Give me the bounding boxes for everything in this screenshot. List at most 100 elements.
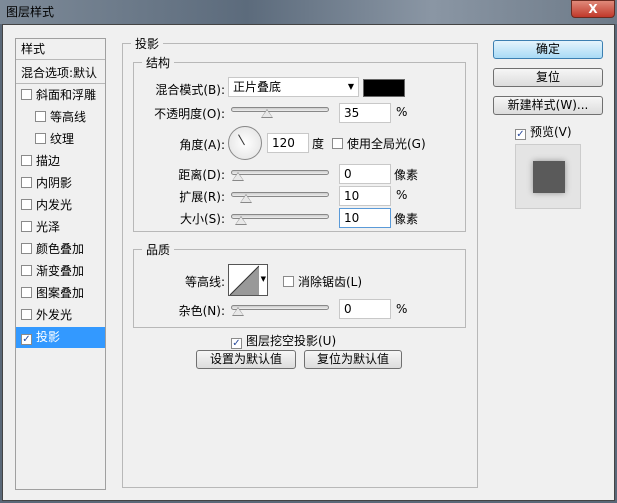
set-default-button[interactable]: 设置为默认值 xyxy=(196,350,296,369)
style-list-item-label: 渐变叠加 xyxy=(36,264,85,278)
style-list-item-label: 光泽 xyxy=(36,220,61,234)
style-list-item-label: 图案叠加 xyxy=(36,286,85,300)
angle-label: 角度(A): xyxy=(179,138,225,152)
style-list-header[interactable]: 样式 xyxy=(16,39,105,60)
opacity-label: 不透明度(O): xyxy=(154,107,225,121)
style-list-item-label: 颜色叠加 xyxy=(36,242,85,256)
distance-unit: 像素 xyxy=(394,168,419,182)
reset-default-button[interactable]: 复位为默认值 xyxy=(304,350,402,369)
checkbox[interactable] xyxy=(21,199,32,210)
checkbox[interactable] xyxy=(283,276,294,287)
checkbox-checked[interactable]: ✓ xyxy=(515,129,526,140)
checkbox[interactable] xyxy=(21,243,32,254)
antialias-label: 消除锯齿(L) xyxy=(298,275,363,289)
close-button[interactable]: X xyxy=(571,0,615,18)
structure-title: 结构 xyxy=(146,56,171,70)
chevron-down-icon: ▼ xyxy=(260,275,266,283)
style-list-item-label: 等高线 xyxy=(50,110,87,124)
angle-dial[interactable] xyxy=(228,126,262,160)
global-light-checkbox[interactable]: 使用全局光(G) xyxy=(332,135,426,152)
spread-unit: % xyxy=(396,188,408,202)
preview-checkbox[interactable]: ✓ 预览(V) xyxy=(515,123,572,140)
drop-shadow-title: 投影 xyxy=(135,37,160,51)
slider-thumb[interactable] xyxy=(232,307,244,316)
style-list-item[interactable]: 颜色叠加 xyxy=(16,239,105,260)
angle-needle xyxy=(238,134,245,146)
ok-button[interactable]: 确定 xyxy=(493,40,603,59)
distance-input[interactable]: 0 xyxy=(339,164,391,184)
slider-thumb[interactable] xyxy=(261,109,274,118)
opacity-slider[interactable] xyxy=(231,107,329,118)
opacity-input[interactable]: 35 xyxy=(339,103,391,123)
checkbox[interactable] xyxy=(332,138,343,149)
knockout-label: 图层挖空投影(U) xyxy=(246,334,337,348)
style-list-item[interactable]: 斜面和浮雕 xyxy=(16,85,105,106)
style-list-item[interactable]: 内发光 xyxy=(16,195,105,216)
slider-thumb[interactable] xyxy=(235,216,248,225)
noise-unit: % xyxy=(396,302,408,316)
checkbox[interactable] xyxy=(35,133,46,144)
checkbox[interactable] xyxy=(21,177,32,188)
distance-slider[interactable] xyxy=(231,170,329,181)
style-list-item[interactable]: 等高线 xyxy=(16,107,105,128)
window-title: 图层样式 xyxy=(6,5,55,19)
style-list-item-label: 纹理 xyxy=(50,132,75,146)
style-list-item[interactable]: 混合选项:默认 xyxy=(16,63,105,84)
checkbox-checked[interactable]: ✓ xyxy=(21,334,32,345)
quality-title: 品质 xyxy=(146,243,171,257)
size-input[interactable]: 10 xyxy=(339,208,391,228)
new-style-button[interactable]: 新建样式(W)... xyxy=(493,96,603,115)
preview-label: 预览(V) xyxy=(530,125,572,139)
preview-square xyxy=(533,161,565,193)
style-list-item-label: 投影 xyxy=(36,330,61,344)
slider-thumb[interactable] xyxy=(240,194,253,203)
size-slider[interactable] xyxy=(231,214,329,225)
style-list-item-label: 描边 xyxy=(36,154,61,168)
noise-slider[interactable] xyxy=(231,305,329,316)
knockout-checkbox[interactable]: ✓ 图层挖空投影(U) xyxy=(231,332,336,349)
style-list-item[interactable]: 纹理 xyxy=(16,129,105,150)
noise-input[interactable]: 0 xyxy=(339,299,391,319)
style-list: 样式 混合选项:默认斜面和浮雕等高线纹理描边内阴影内发光光泽颜色叠加渐变叠加图案… xyxy=(15,38,106,490)
style-list-item[interactable]: 图案叠加 xyxy=(16,283,105,304)
style-list-item-label: 内发光 xyxy=(36,198,73,212)
contour-picker[interactable]: ▼ xyxy=(228,264,268,296)
opacity-unit: % xyxy=(396,105,408,119)
angle-input[interactable]: 120 xyxy=(267,133,309,153)
style-list-item[interactable]: 描边 xyxy=(16,151,105,172)
style-list-item-label: 外发光 xyxy=(36,308,73,322)
title-bar[interactable] xyxy=(0,0,617,24)
contour-preview-icon xyxy=(229,265,259,295)
style-list-item[interactable]: 内阴影 xyxy=(16,173,105,194)
style-list-item-label: 混合选项:默认 xyxy=(21,66,98,80)
antialias-checkbox[interactable]: 消除锯齿(L) xyxy=(283,273,362,290)
shadow-color-swatch[interactable] xyxy=(363,79,405,97)
checkbox[interactable] xyxy=(21,265,32,276)
reset-button[interactable]: 复位 xyxy=(493,68,603,87)
spread-input[interactable]: 10 xyxy=(339,186,391,206)
style-list-item[interactable]: 渐变叠加 xyxy=(16,261,105,282)
checkbox[interactable] xyxy=(35,111,46,122)
checkbox[interactable] xyxy=(21,89,32,100)
size-unit: 像素 xyxy=(394,212,419,226)
distance-label: 距离(D): xyxy=(178,168,225,182)
chevron-down-icon: ▼ xyxy=(347,82,354,91)
style-preview xyxy=(515,144,581,209)
spread-label: 扩展(R): xyxy=(179,190,225,204)
checkbox[interactable] xyxy=(21,309,32,320)
checkbox[interactable] xyxy=(21,287,32,298)
slider-thumb[interactable] xyxy=(232,172,244,181)
checkbox[interactable] xyxy=(21,221,32,232)
spread-slider[interactable] xyxy=(231,192,329,203)
noise-label: 杂色(N): xyxy=(178,304,225,318)
blend-mode-select[interactable]: 正片叠底 ▼ xyxy=(228,77,359,97)
checkbox[interactable] xyxy=(21,155,32,166)
style-list-item[interactable]: 光泽 xyxy=(16,217,105,238)
checkbox-checked[interactable]: ✓ xyxy=(231,338,242,349)
blend-mode-value: 正片叠底 xyxy=(233,80,282,94)
style-list-item[interactable]: 外发光 xyxy=(16,305,105,326)
style-list-item[interactable]: ✓ 投影 xyxy=(16,327,105,348)
size-label: 大小(S): xyxy=(179,212,225,226)
style-list-item-label: 斜面和浮雕 xyxy=(36,88,97,102)
angle-unit: 度 xyxy=(312,137,325,151)
